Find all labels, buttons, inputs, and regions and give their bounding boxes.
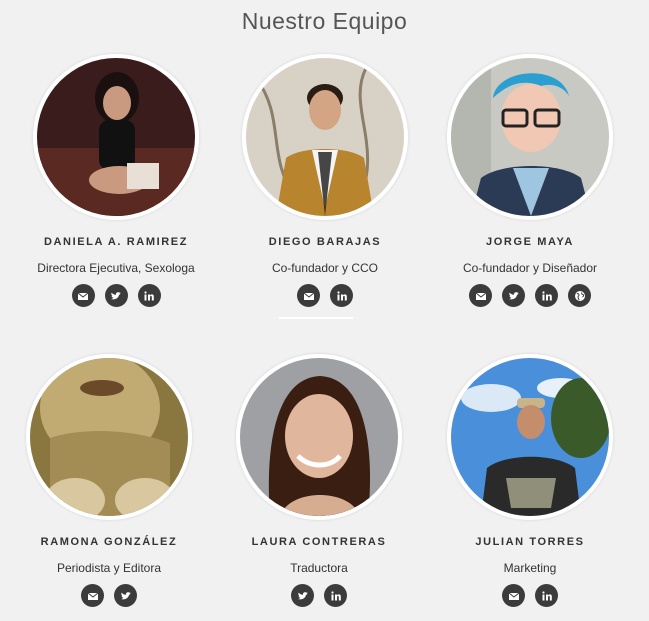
linkedin-button[interactable] (324, 584, 347, 607)
member-role: Traductora (290, 561, 348, 575)
email-button[interactable] (297, 284, 320, 307)
member-name: LAURA CONTRERAS (251, 536, 387, 548)
linkedin-button[interactable] (137, 284, 161, 307)
team-member-card: JORGE MAYA Co-fundador y Diseñador (430, 54, 630, 307)
member-name: DANIELA A. RAMIREZ (43, 236, 189, 248)
twitter-button[interactable] (291, 584, 314, 607)
member-role: Co-fundador y Diseñador (462, 261, 598, 275)
social-links (430, 584, 630, 607)
twitter-icon (297, 591, 308, 599)
social-links (219, 584, 419, 607)
member-name: DIEGO BARAJAS (268, 236, 382, 248)
twitter-icon (111, 291, 121, 299)
member-role: Co-fundador y CCO (271, 261, 379, 275)
linkedin-icon (336, 290, 347, 300)
email-button[interactable] (502, 584, 525, 607)
social-links (225, 284, 425, 307)
email-button[interactable] (81, 584, 104, 607)
globe-icon (574, 290, 585, 301)
linkedin-icon (330, 590, 341, 600)
linkedin-button[interactable] (535, 584, 558, 607)
twitter-button[interactable] (104, 284, 128, 307)
social-links (16, 284, 216, 307)
member-name: JULIAN TORRES (475, 536, 585, 548)
social-links (430, 284, 630, 307)
twitter-icon (120, 591, 131, 599)
member-name: JORGE MAYA (486, 236, 574, 248)
member-role: Periodista y Editora (56, 561, 162, 575)
member-name: RAMONA GONZÁLEZ (40, 536, 178, 548)
team-member-card: DANIELA A. RAMIREZ Directora Ejecutiva, … (16, 54, 216, 307)
member-photo (236, 354, 402, 520)
linkedin-icon (541, 590, 552, 600)
linkedin-button[interactable] (330, 284, 353, 307)
email-button[interactable] (469, 284, 492, 307)
member-role: Directora Ejecutiva, Sexologa (37, 261, 195, 275)
social-links (9, 584, 209, 607)
website-button[interactable] (568, 284, 591, 307)
linkedin-button[interactable] (535, 284, 558, 307)
team-member-card: JULIAN TORRES Marketing (430, 354, 630, 607)
page-title: Nuestro Equipo (241, 8, 408, 34)
email-icon (475, 292, 486, 300)
member-role: Marketing (503, 561, 557, 575)
member-photo (33, 54, 199, 220)
member-photo (447, 54, 613, 220)
team-member-card: LAURA CONTRERAS Traductora (219, 354, 419, 607)
section-divider (279, 317, 353, 319)
email-icon (87, 592, 98, 600)
twitter-button[interactable] (502, 284, 525, 307)
twitter-button[interactable] (114, 584, 137, 607)
twitter-icon (508, 291, 519, 299)
email-icon (77, 292, 89, 300)
email-icon (303, 292, 314, 300)
member-photo (242, 54, 408, 220)
member-photo (26, 354, 192, 520)
email-icon (508, 592, 519, 600)
email-button[interactable] (71, 284, 95, 307)
team-member-card: RAMONA GONZÁLEZ Periodista y Editora (9, 354, 209, 607)
linkedin-icon (541, 290, 552, 300)
member-photo (447, 354, 613, 520)
linkedin-icon (144, 290, 154, 300)
team-member-card: DIEGO BARAJAS Co-fundador y CCO (225, 54, 425, 307)
